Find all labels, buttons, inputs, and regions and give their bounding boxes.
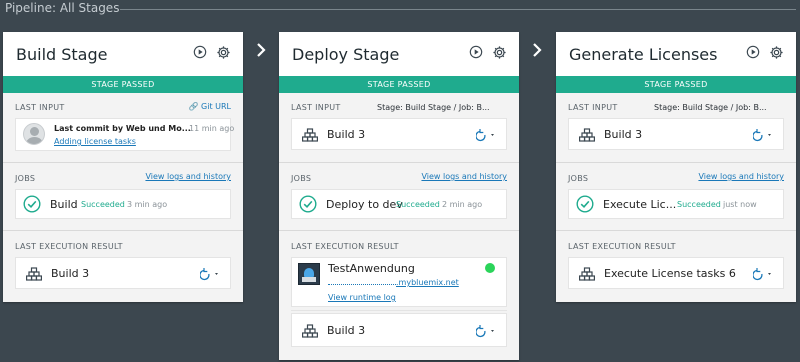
execution-result-card: Build 3 — [291, 313, 507, 347]
stage-status-banner: STAGE PASSED — [279, 76, 519, 93]
commit-time: 11 min ago — [189, 124, 235, 133]
last-input-source: Stage: Build Stage / Job: B... — [654, 103, 767, 112]
result-build: Build 3 — [327, 324, 366, 337]
job-status: Succeeded — [81, 200, 125, 209]
last-commit-card: Last commit by Web und Mo... 11 min ago … — [15, 118, 235, 151]
job-card[interactable]: Deploy to dev Succeeded 2 min ago — [291, 189, 507, 219]
stage-status-banner: STAGE PASSED — [556, 76, 796, 93]
build-blocks-icon — [26, 267, 42, 281]
last-input-source: Stage: Build Stage / Job: B... — [377, 103, 490, 112]
app-url-prefix — [328, 284, 396, 285]
build-blocks-icon — [302, 324, 318, 338]
job-status: Succeeded — [396, 200, 440, 209]
result-build: Execute License tasks 6 — [604, 267, 736, 280]
last-input-section: LAST INPUT 🔗 Git URL Last commit by Web … — [3, 93, 243, 163]
job-name: Execute Lic... — [603, 198, 677, 211]
last-execution-label: LAST EXECUTION RESULT — [291, 242, 399, 251]
commit-message-link[interactable]: Adding license tasks — [54, 137, 136, 146]
job-card[interactable]: Execute Lic... Succeeded just now — [568, 189, 784, 219]
git-url-label: Git URL — [201, 102, 231, 111]
check-circle-icon — [299, 195, 317, 213]
job-card[interactable]: Build Succeeded 3 min ago — [15, 189, 231, 219]
build-blocks-icon — [579, 128, 595, 142]
job-time: just now — [723, 200, 757, 209]
runtime-log-link[interactable]: View runtime log — [328, 293, 396, 302]
stage-header: Build Stage — [3, 32, 243, 76]
play-icon[interactable] — [468, 44, 484, 60]
last-execution-label: LAST EXECUTION RESULT — [568, 242, 676, 251]
last-input-label: LAST INPUT — [15, 103, 65, 112]
gear-icon[interactable] — [491, 44, 507, 60]
app-url: .mybluemix.net — [396, 278, 459, 287]
last-input-label: LAST INPUT — [568, 103, 618, 112]
last-input-section: LAST INPUT Stage: Build Stage / Job: B..… — [556, 93, 796, 163]
chevron-right-icon — [253, 40, 269, 60]
view-logs-link[interactable]: View logs and history — [421, 172, 507, 181]
input-build: Build 3 — [604, 128, 643, 141]
jobs-label: JOBS — [15, 174, 36, 183]
last-execution-label: LAST EXECUTION RESULT — [15, 242, 123, 251]
redeploy-icon[interactable] — [753, 267, 775, 281]
redeploy-icon[interactable] — [476, 128, 498, 142]
pipeline-title: Pipeline: All Stages — [5, 1, 120, 15]
redeploy-icon[interactable] — [200, 267, 222, 281]
build-blocks-icon — [302, 128, 318, 142]
play-icon[interactable] — [192, 44, 208, 60]
view-logs-link[interactable]: View logs and history — [145, 172, 231, 181]
view-logs-link[interactable]: View logs and history — [698, 172, 784, 181]
build-blocks-icon — [579, 267, 595, 281]
jobs-section: JOBS View logs and history Deploy to dev… — [279, 163, 519, 231]
play-icon[interactable] — [745, 44, 761, 60]
result-build: Build 3 — [51, 267, 90, 280]
pipeline-header: Pipeline: All Stages — [0, 0, 800, 20]
jobs-section: JOBS View logs and history Build Succeed… — [3, 163, 243, 231]
chevron-right-icon — [529, 40, 545, 60]
stage-card-generate-licenses: Generate Licenses STAGE PASSED LAST INPU… — [556, 32, 796, 302]
commit-text: Last commit by Web und Mo... — [54, 124, 191, 133]
app-name: TestAnwendung — [328, 262, 415, 275]
redeploy-icon[interactable] — [476, 324, 498, 338]
git-url-link[interactable]: 🔗 Git URL — [189, 102, 232, 111]
job-time: 2 min ago — [442, 200, 483, 209]
stage-title: Deploy Stage — [292, 45, 400, 64]
last-input-section: LAST INPUT Stage: Build Stage / Job: B..… — [279, 93, 519, 163]
input-build-card: Build 3 — [568, 118, 784, 150]
job-status: Succeeded — [677, 200, 721, 209]
last-execution-section: LAST EXECUTION RESULT TestAnwendung .myb… — [279, 231, 519, 359]
status-dot-icon — [485, 263, 495, 273]
jobs-label: JOBS — [291, 174, 312, 183]
stage-card-build: Build Stage STAGE PASSED LAST INPUT 🔗 Gi… — [3, 32, 243, 302]
last-execution-section: LAST EXECUTION RESULT Execute License ta… — [556, 231, 796, 301]
git-link-icon: 🔗 — [188, 102, 199, 111]
stage-status-banner: STAGE PASSED — [3, 76, 243, 93]
stage-title: Build Stage — [16, 45, 108, 64]
pipeline-divider — [120, 9, 796, 10]
gear-icon[interactable] — [768, 44, 784, 60]
stage-card-deploy: Deploy Stage STAGE PASSED LAST INPUT Sta… — [279, 32, 519, 360]
job-name: Build — [50, 198, 78, 211]
stage-header: Generate Licenses — [556, 32, 796, 76]
gear-icon[interactable] — [215, 44, 231, 60]
avatar-icon — [23, 123, 45, 145]
divider — [291, 310, 507, 311]
jobs-label: JOBS — [568, 174, 589, 183]
execution-result-card: Execute License tasks 6 — [568, 257, 784, 289]
last-execution-section: LAST EXECUTION RESULT Build 3 — [3, 231, 243, 301]
app-icon — [298, 263, 320, 285]
check-circle-icon — [576, 195, 594, 213]
app-url-link[interactable]: .mybluemix.net — [328, 278, 459, 287]
execution-result-card: Build 3 — [15, 257, 231, 289]
app-card: TestAnwendung .mybluemix.net View runtim… — [291, 257, 507, 307]
stage-header: Deploy Stage — [279, 32, 519, 76]
check-circle-icon — [23, 195, 41, 213]
redeploy-icon[interactable] — [753, 128, 775, 142]
jobs-section: JOBS View logs and history Execute Lic..… — [556, 163, 796, 231]
input-build: Build 3 — [327, 128, 366, 141]
stage-title: Generate Licenses — [569, 45, 718, 64]
job-time: 3 min ago — [127, 200, 168, 209]
last-input-label: LAST INPUT — [291, 103, 341, 112]
input-build-card: Build 3 — [291, 118, 507, 150]
job-name: Deploy to dev — [326, 198, 403, 211]
